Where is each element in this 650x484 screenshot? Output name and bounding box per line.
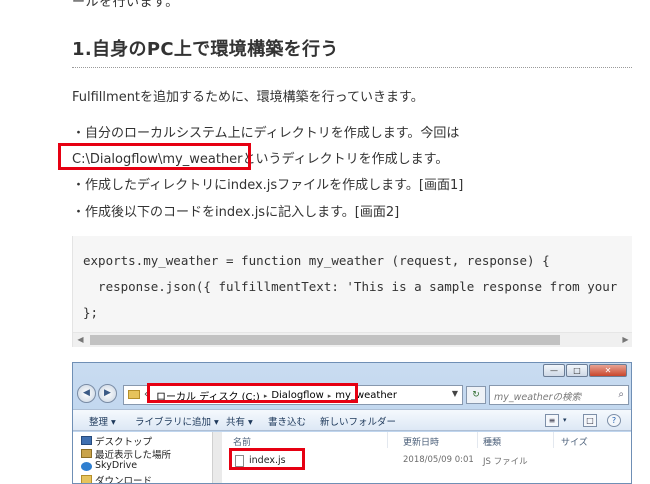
column-separator — [553, 432, 554, 448]
explorer-screenshot: — □ ✕ ◀ ▶ « ローカル ディスク (C:) ▸ Dialogflow … — [72, 362, 632, 484]
path-highlight-box — [58, 143, 251, 170]
scroll-left-arrow-icon[interactable]: ◀ — [73, 333, 88, 347]
code-line-3: }; — [83, 305, 99, 320]
top-cut-text: ールを行います。 — [72, 0, 179, 10]
minimize-icon: — — [543, 364, 565, 377]
bullet-create-dir-rest: というディレクトリを作成します。 — [242, 152, 449, 167]
preview-pane-icon: □ — [583, 414, 597, 427]
bullet-write-code: ・作成後以下のコードをindex.jsに記入します。[画面2] — [72, 205, 400, 220]
view-options-icon: ≡ — [545, 414, 559, 427]
explorer-toolbar: 整理 ▾ ライブラリに追加 ▾ 共有 ▾ 書き込む 新しいフォルダー ≡ ▾ □… — [73, 409, 631, 431]
nav-item-desktop: デスクトップ — [95, 437, 153, 448]
skydrive-icon — [81, 462, 92, 471]
nav-item-recent: 最近表示した場所 — [95, 450, 172, 461]
section-heading: 1.自身のPC上で環境構築を行う — [72, 39, 339, 60]
file-highlight-box — [229, 448, 305, 470]
explorer-search-box: my_weatherの検索 ⌕ — [489, 385, 629, 405]
code-line-2: response.json({ fulfillmentText: 'This i… — [83, 279, 618, 294]
column-headers: 名前 更新日時 種類 サイズ — [223, 432, 631, 448]
code-line-1: exports.my_weather = function my_weather… — [83, 253, 550, 268]
view-dropdown-icon: ▾ — [563, 416, 567, 424]
scroll-thumb[interactable] — [90, 335, 560, 345]
code-text: exports.my_weather = function my_weather… — [83, 248, 617, 326]
bullet-create-file: ・作成したディレクトリにindex.jsファイルを作成します。[画面1] — [72, 178, 464, 193]
toolbar-burn: 書き込む — [268, 417, 307, 428]
column-date: 更新日時 — [403, 438, 440, 448]
address-highlight-box — [147, 383, 358, 403]
refresh-icon: ↻ — [466, 386, 486, 404]
recent-places-icon — [81, 449, 92, 458]
forward-arrow-icon: ▶ — [98, 384, 117, 403]
navigation-pane-scrollbar — [212, 432, 222, 483]
toolbar-organize: 整理 ▾ — [89, 417, 116, 428]
toolbar-new-folder: 新しいフォルダー — [320, 417, 397, 428]
back-arrow-icon: ◀ — [77, 384, 96, 403]
search-icon: ⌕ — [618, 389, 624, 400]
help-icon: ? — [607, 414, 621, 427]
file-date: 2018/05/09 0:01 — [403, 455, 474, 465]
column-size: サイズ — [561, 438, 588, 448]
close-icon: ✕ — [589, 364, 627, 377]
window-controls: — □ ✕ — [543, 364, 627, 377]
column-separator — [387, 432, 388, 448]
bullet-create-dir: ・自分のローカルシステム上にディレクトリを作成します。今回は — [72, 126, 460, 141]
toolbar-include-library: ライブラリに追加 ▾ — [135, 417, 219, 428]
search-placeholder: my_weatherの検索 — [494, 392, 582, 403]
code-horizontal-scrollbar[interactable]: ◀ ▶ — [73, 332, 632, 347]
toolbar-share: 共有 ▾ — [226, 417, 253, 428]
folder-icon — [128, 390, 140, 399]
heading-divider — [72, 67, 632, 68]
column-type: 種類 — [483, 438, 502, 448]
nav-item-skydrive: SkyDrive — [95, 460, 138, 471]
desktop-icon — [81, 436, 92, 445]
nav-item-downloads: ダウンロード — [95, 476, 153, 484]
downloads-icon — [81, 475, 92, 483]
file-type: JS ファイル — [483, 457, 528, 467]
scroll-right-arrow-icon[interactable]: ▶ — [618, 333, 632, 347]
column-name: 名前 — [233, 438, 252, 448]
column-separator — [477, 432, 478, 448]
address-dropdown-icon: ▼ — [451, 389, 458, 398]
explorer-content: デスクトップ 最近表示した場所 SkyDrive ダウンロード 名前 更新日時 … — [73, 432, 631, 484]
code-block: exports.my_weather = function my_weather… — [72, 236, 632, 347]
maximize-icon: □ — [566, 364, 588, 377]
navigation-pane: デスクトップ 最近表示した場所 SkyDrive ダウンロード — [73, 432, 213, 484]
intro-paragraph: Fulfillmentを追加するために、環境構築を行っていきます。 — [72, 90, 424, 105]
